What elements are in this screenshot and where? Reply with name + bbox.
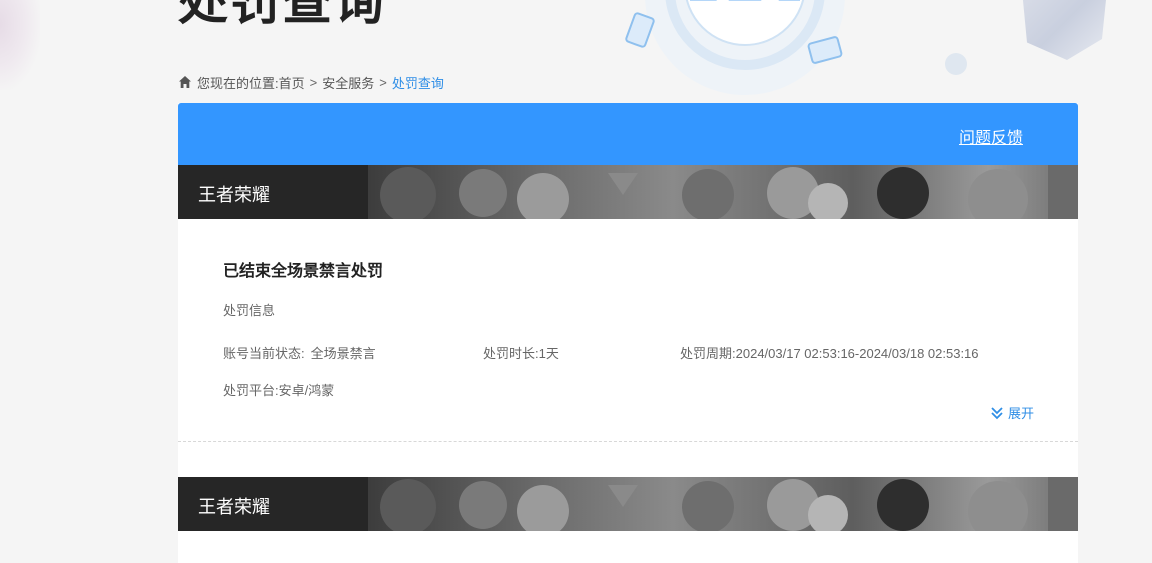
penalty-platform-label: 处罚平台:	[223, 383, 279, 398]
page-title: 处罚查询	[178, 0, 386, 30]
breadcrumb-prefix: 您现在的位置:	[197, 75, 279, 91]
penalty-info-heading: 处罚信息	[223, 303, 276, 318]
breadcrumb-separator: >	[379, 74, 387, 90]
game-banner: 王者荣耀	[178, 477, 1078, 531]
penalty-period-label: 处罚周期:	[680, 346, 736, 361]
game-name: 王者荣耀	[198, 185, 270, 205]
home-icon	[178, 75, 192, 89]
account-status-value: 全场景禁言	[310, 346, 376, 361]
double-chevron-down-icon	[991, 406, 1003, 419]
expand-label: 展开	[1007, 406, 1034, 421]
breadcrumb-home-link[interactable]: 首页	[279, 73, 305, 92]
breadcrumb-current: 处罚查询	[391, 75, 444, 91]
penalty-platform: 处罚平台:安卓/鸿蒙	[223, 380, 334, 399]
account-status-label: 账号当前状态:	[223, 346, 305, 361]
penalty-results-panel: 问题反馈 王者荣耀 已结束全场景禁言处罚 处罚信息 账号当前状态: 全场景禁言 处…	[178, 103, 1078, 563]
penalty-duration: 处罚时长:1天	[483, 343, 559, 362]
penalty-period-value: 2024/03/17 02:53:16-2024/03/18 02:53:16	[735, 346, 979, 361]
decorative-dot	[945, 53, 967, 75]
penalty-record-card: 已结束全场景禁言处罚 处罚信息 账号当前状态: 全场景禁言 处罚时长:1天 处罚周…	[178, 219, 1078, 442]
game-banner-art	[178, 477, 1078, 531]
game-banner-art	[178, 165, 1078, 219]
penalty-title: 已结束全场景禁言处罚	[223, 263, 384, 280]
breadcrumb-separator: >	[309, 74, 318, 90]
penalty-period: 处罚周期:2024/03/17 02:53:16-2024/03/18 02:5…	[680, 343, 979, 362]
decorative-character-art-right	[1022, 0, 1107, 60]
expand-button[interactable]: 展开	[990, 403, 1034, 422]
game-banner: 王者荣耀	[178, 165, 1078, 219]
decorative-character-art-left	[0, 0, 40, 90]
penalty-duration-value: 1天	[538, 346, 559, 361]
card-spacer	[178, 442, 1078, 477]
account-status: 账号当前状态: 全场景禁言	[223, 343, 376, 362]
decorative-ace-logo-art	[625, 0, 845, 95]
breadcrumb-security-service-link[interactable]: 安全服务	[322, 73, 374, 92]
penalty-platform-value: 安卓/鸿蒙	[278, 383, 335, 398]
panel-header-bar: 问题反馈	[178, 103, 1078, 165]
penalty-duration-label: 处罚时长:	[483, 346, 539, 361]
game-name: 王者荣耀	[198, 497, 270, 517]
breadcrumb: 您现在的位置: 首页 > 安全服务 > 处罚查询	[178, 72, 444, 92]
feedback-link[interactable]: 问题反馈	[959, 124, 1023, 148]
